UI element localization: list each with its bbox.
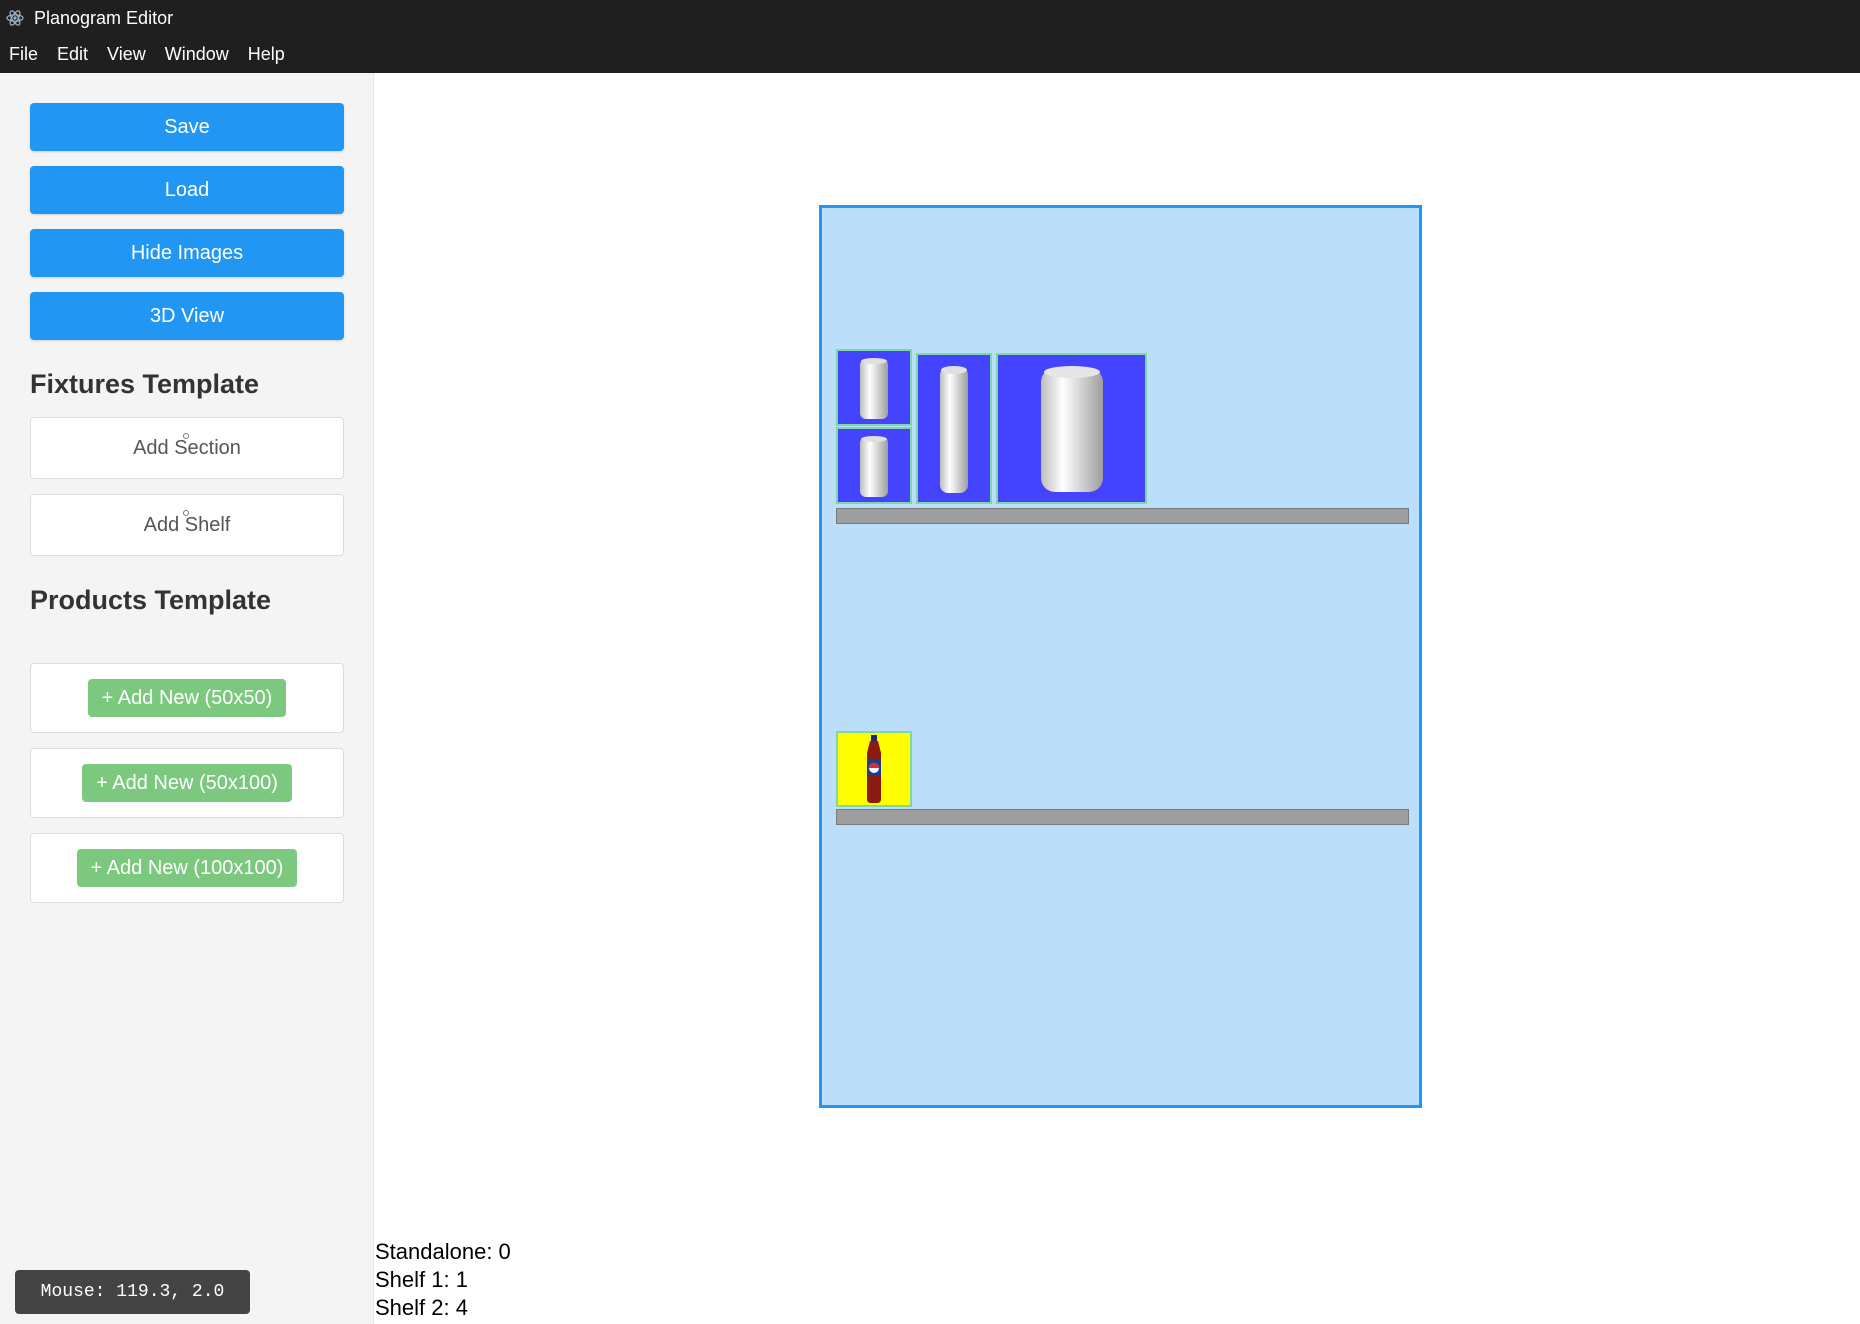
- add-new-50x50-button[interactable]: + Add New (50x50): [87, 679, 287, 717]
- planogram-canvas[interactable]: [375, 73, 1860, 1324]
- add-shelf-template[interactable]: Add Shelf: [30, 494, 344, 556]
- product-large-can[interactable]: [996, 353, 1147, 504]
- menu-bar: File Edit View Window Help: [0, 36, 1860, 73]
- shelf-counts: Standalone: 0 Shelf 1: 1 Shelf 2: 4: [375, 1238, 511, 1322]
- shelf-1[interactable]: [836, 508, 1409, 524]
- product-soda-bottle[interactable]: [836, 731, 912, 807]
- window-title: Planogram Editor: [34, 7, 174, 28]
- menu-help[interactable]: Help: [248, 44, 285, 65]
- product-template-50x100: + Add New (50x100): [30, 748, 344, 818]
- add-new-50x100-button[interactable]: + Add New (50x100): [82, 764, 292, 802]
- fixtures-template-heading: Fixtures Template: [30, 369, 260, 399]
- menu-edit[interactable]: Edit: [57, 44, 88, 65]
- product-small-can-top[interactable]: [836, 349, 912, 426]
- product-template-100x100: + Add New (100x100): [30, 833, 344, 903]
- load-button[interactable]: Load: [30, 166, 344, 214]
- hide-images-button[interactable]: Hide Images: [30, 229, 344, 277]
- drag-handle-icon: [183, 433, 189, 439]
- title-bar: Planogram Editor: [0, 0, 1860, 36]
- add-new-100x100-button[interactable]: + Add New (100x100): [76, 849, 298, 887]
- shelf-1-count: Shelf 1: 1: [375, 1267, 468, 1292]
- electron-atom-icon: [4, 7, 26, 29]
- sidebar: Save Load Hide Images 3D View Fixtures T…: [0, 73, 374, 1324]
- tall-can-icon: [940, 365, 968, 493]
- save-button[interactable]: Save: [30, 103, 344, 151]
- standalone-count: Standalone: 0: [375, 1239, 511, 1264]
- small-can-icon: [860, 435, 888, 497]
- products-template-heading: Products Template: [30, 585, 272, 615]
- small-can-icon: [860, 357, 888, 419]
- shelf-2-count: Shelf 2: 4: [375, 1295, 468, 1320]
- soda-bottle-icon: [867, 735, 881, 803]
- 3d-view-button[interactable]: 3D View: [30, 292, 344, 340]
- product-tall-can[interactable]: [916, 353, 992, 504]
- product-template-50x50: + Add New (50x50): [30, 663, 344, 733]
- add-shelf-label: Add Shelf: [143, 513, 231, 536]
- menu-file[interactable]: File: [9, 44, 38, 65]
- add-section-label: Add Section: [133, 436, 241, 459]
- mouse-coordinates-readout: Mouse: 119.3, 2.0: [15, 1270, 250, 1314]
- fixture-section[interactable]: [819, 205, 1422, 1108]
- add-section-template[interactable]: Add Section: [30, 417, 344, 479]
- menu-window[interactable]: Window: [165, 44, 229, 65]
- menu-view[interactable]: View: [107, 44, 146, 65]
- shelf-2[interactable]: [836, 809, 1409, 825]
- product-small-can-bottom[interactable]: [836, 427, 912, 504]
- drag-handle-icon: [183, 510, 189, 516]
- large-can-icon: [1040, 365, 1103, 492]
